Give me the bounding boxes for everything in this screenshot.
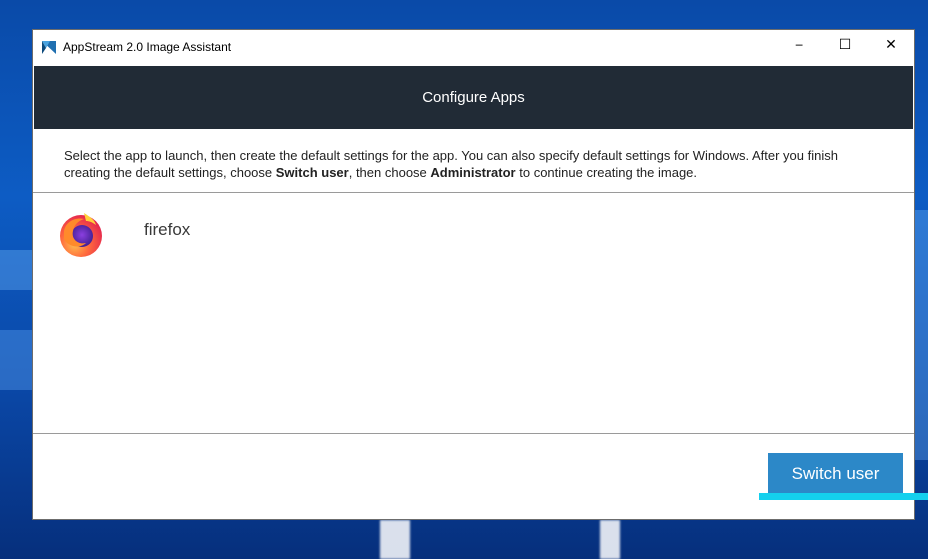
instructions-bold-switch-user: Switch user [275,165,349,180]
minimize-icon: ─ [795,38,803,52]
appstream-logo-icon [42,40,56,54]
maximize-button[interactable]: ☐ [822,30,868,60]
switch-user-button[interactable]: Switch user [768,453,903,494]
window-controls: ─ ☐ ✕ [776,30,914,60]
app-window: AppStream 2.0 Image Assistant ─ ☐ ✕ Conf… [32,29,915,520]
app-list: firefox [33,193,914,434]
close-button[interactable]: ✕ [868,30,914,60]
firefox-icon [60,213,102,257]
app-label-firefox: firefox [144,220,191,239]
instructions-bold-administrator: Administrator [430,165,516,180]
page-header: Configure Apps [34,66,913,129]
instructions-part3: to continue creating the image. [515,165,698,180]
maximize-icon: ☐ [838,37,852,53]
minimize-button[interactable]: ─ [776,30,822,60]
window-title: AppStream 2.0 Image Assistant [63,39,232,54]
page-title: Configure Apps [422,89,525,106]
focus-indicator [759,493,928,500]
title-bar[interactable]: AppStream 2.0 Image Assistant ─ ☐ ✕ [33,30,914,63]
footer: Switch user [33,434,914,521]
close-icon: ✕ [885,37,897,53]
instructions-text: Select the app to launch, then create th… [33,129,914,193]
instructions-part2: , then choose [348,165,431,180]
app-item-firefox[interactable]: firefox [56,209,190,259]
